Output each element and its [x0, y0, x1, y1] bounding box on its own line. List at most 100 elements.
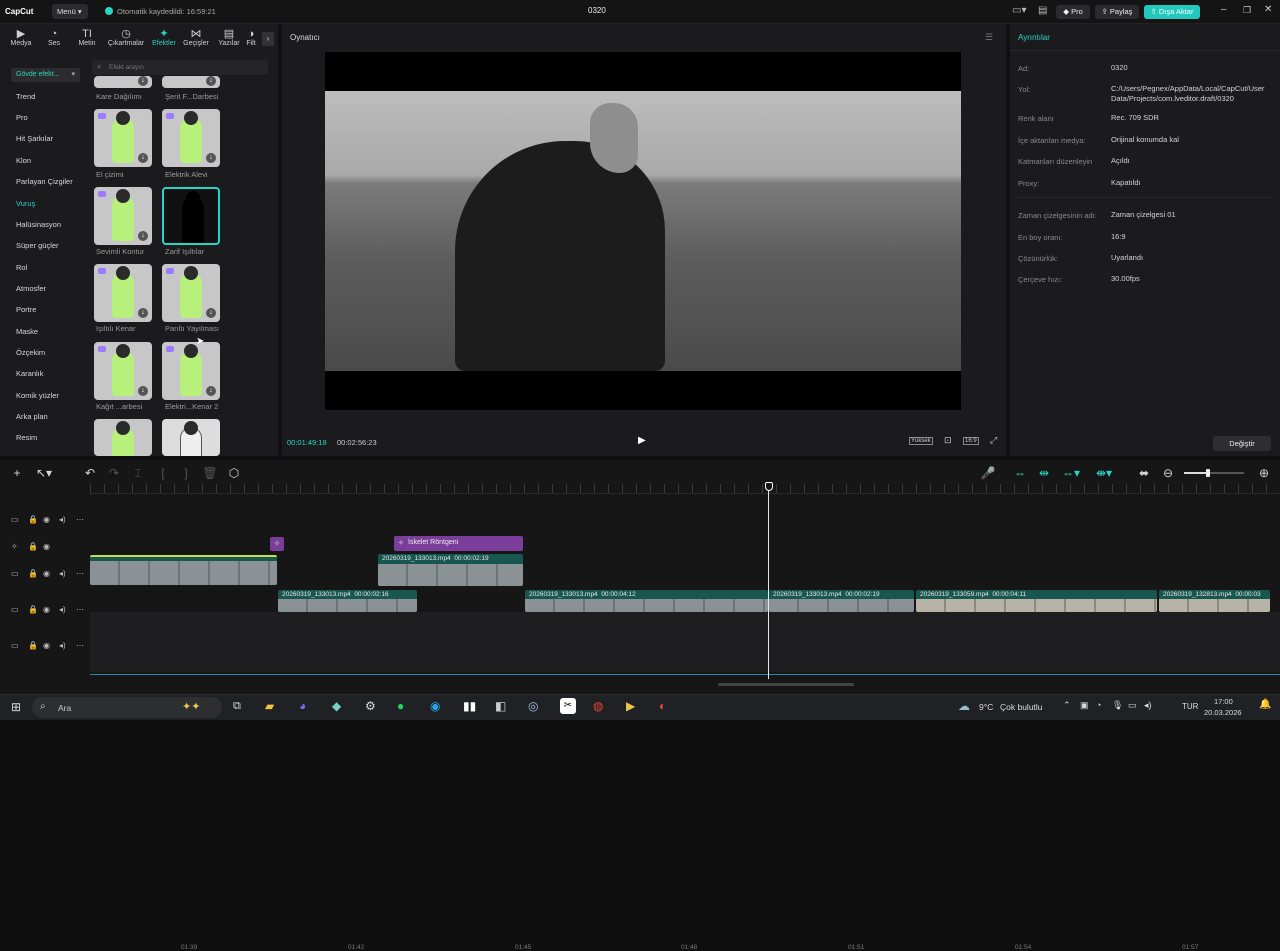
- video-clip[interactable]: 20260319_133013.mp4 00:00:02:16: [278, 590, 417, 612]
- split-right-icon[interactable]: ]: [178, 465, 194, 481]
- clock-date[interactable]: 20.03.2026: [1204, 708, 1242, 717]
- video-clip[interactable]: 20260319_133013.mp4 00:00:02:19: [378, 554, 523, 586]
- tray-icon[interactable]: ◔: [1096, 700, 1101, 710]
- windows-start-icon[interactable]: ⊞: [11, 700, 21, 714]
- app-icon[interactable]: ◐: [659, 699, 666, 713]
- link-main-track-icon[interactable]: ⇔: [1012, 465, 1028, 481]
- volume-icon[interactable]: ◂): [59, 515, 66, 524]
- maximize-icon[interactable]: ❐: [1243, 5, 1251, 16]
- category-mask[interactable]: Maske: [16, 327, 38, 336]
- video-clip[interactable]: 20260319_133013.mp4 00:00:02:19: [769, 590, 914, 612]
- app-icon[interactable]: ◧: [495, 699, 506, 713]
- more-icon[interactable]: ⋯: [76, 515, 84, 524]
- chrome-icon[interactable]: ◍: [593, 699, 603, 713]
- category-atmosphere[interactable]: Atmosfer: [16, 284, 46, 293]
- eye-icon[interactable]: ◉: [43, 605, 50, 614]
- category-background[interactable]: Arka plan: [16, 412, 48, 421]
- speaker-icon[interactable]: ◂): [1144, 700, 1152, 711]
- ratio-button[interactable]: 16:9: [963, 437, 979, 445]
- redo-icon[interactable]: ↷: [106, 465, 122, 481]
- effect-thumb-elegant-sparkles[interactable]: [162, 187, 220, 245]
- category-hallucination[interactable]: Halüsinasyon: [16, 220, 61, 229]
- lock-icon[interactable]: 🔒: [28, 569, 38, 578]
- category-dropdown[interactable]: Gövde efekt... ▾: [11, 68, 80, 82]
- lock-icon[interactable]: 🔒: [28, 605, 38, 614]
- lock-icon[interactable]: 🔒: [28, 515, 38, 524]
- layout-icon[interactable]: ▭▾: [1012, 5, 1026, 16]
- volume-icon[interactable]: ◂): [59, 641, 66, 650]
- modify-button[interactable]: Değiştir: [1213, 436, 1271, 451]
- file-explorer-icon[interactable]: ▰: [265, 699, 274, 713]
- lock-icon[interactable]: 🔒: [28, 542, 38, 551]
- track-cover-icon[interactable]: ▭: [11, 569, 19, 578]
- preview-axis-icon[interactable]: ⇼▾: [1096, 465, 1112, 481]
- effect-thumb-sparkle-spread[interactable]: ↓: [162, 264, 220, 322]
- category-glowing-lines[interactable]: Parlayan Çizgiler: [16, 177, 73, 186]
- microphone-icon[interactable]: 🎤: [980, 465, 996, 481]
- add-track-icon[interactable]: +: [9, 465, 25, 481]
- zoom-slider-handle[interactable]: [1206, 469, 1210, 477]
- category-selfie[interactable]: Özçekim: [16, 348, 45, 357]
- zoom-slider[interactable]: [1184, 469, 1244, 477]
- steam-icon[interactable]: ◎: [528, 699, 538, 713]
- taskbar-search[interactable]: ⌕ Ara ✦✦: [32, 697, 222, 718]
- category-role[interactable]: Rol: [16, 263, 27, 272]
- split-left-icon[interactable]: [: [155, 465, 171, 481]
- track-cover-icon[interactable]: ▭: [11, 641, 19, 650]
- eye-icon[interactable]: ◉: [43, 641, 50, 650]
- fullscreen-icon[interactable]: ⤢: [990, 435, 997, 446]
- notification-icon[interactable]: 🔔: [1259, 699, 1271, 710]
- tab-captions[interactable]: ▤ Yazılar: [212, 28, 246, 47]
- volume-icon[interactable]: ◂): [59, 569, 66, 578]
- more-icon[interactable]: ⋯: [76, 569, 84, 578]
- playhead-handle[interactable]: [765, 482, 773, 491]
- track-cover-icon[interactable]: ▭: [11, 515, 19, 524]
- category-funny-faces[interactable]: Komik yüzler: [16, 391, 59, 400]
- shortcuts-icon[interactable]: ▤: [1038, 5, 1047, 16]
- video-clip[interactable]: 20260319_133013.mp4 00:00:04:12: [525, 590, 768, 612]
- category-clone[interactable]: Klon: [16, 156, 31, 165]
- microphone-icon[interactable]: 🎙: [1112, 700, 1123, 711]
- language-indicator[interactable]: TUR: [1182, 702, 1198, 711]
- zoom-out-icon[interactable]: ⊖: [1160, 465, 1176, 481]
- tab-stickers[interactable]: ◷ Çıkartmalar: [106, 28, 146, 47]
- effect-thumb-electric-edge-2[interactable]: ↓: [162, 342, 220, 400]
- spotify-icon[interactable]: ●: [397, 699, 404, 713]
- effect-search[interactable]: ⌕ Efekt arayın: [92, 60, 268, 75]
- tab-media[interactable]: ▶ Medya: [4, 28, 38, 47]
- tab-text[interactable]: TI Metin: [70, 28, 104, 47]
- magnet-icon[interactable]: ⇹: [1036, 465, 1052, 481]
- eye-icon[interactable]: ◉: [43, 569, 50, 578]
- category-trend[interactable]: Trend: [16, 92, 35, 101]
- effect-thumb-paper-strike[interactable]: ↓: [94, 342, 152, 400]
- pro-button[interactable]: ◆ Pro: [1056, 5, 1090, 19]
- capcut-taskbar-icon[interactable]: ✂: [560, 698, 576, 714]
- discord-icon[interactable]: ◕: [299, 699, 306, 713]
- video-clip[interactable]: [90, 555, 277, 585]
- task-view-icon[interactable]: ⧉: [233, 700, 241, 713]
- clock-time[interactable]: 17:00: [1214, 697, 1233, 706]
- marker-icon[interactable]: ⬡: [226, 465, 242, 481]
- export-button[interactable]: ⇧ Dışa Aktar: [1144, 5, 1200, 19]
- video-frame[interactable]: [325, 52, 961, 410]
- menu-button[interactable]: Menü ▾: [52, 4, 88, 19]
- split-icon[interactable]: ⌶: [130, 465, 146, 481]
- effect-thumb-cute-outline[interactable]: ↓: [94, 187, 152, 245]
- more-icon[interactable]: ⋯: [76, 605, 84, 614]
- timeline-scrollbar[interactable]: [718, 683, 854, 686]
- effect-thumb-electric-flame[interactable]: ↓: [162, 109, 220, 167]
- category-dark[interactable]: Karanlık: [16, 369, 44, 378]
- player-menu-icon[interactable]: ☰: [985, 32, 993, 43]
- track-cover-icon[interactable]: ▭: [11, 605, 19, 614]
- more-icon[interactable]: ⋯: [76, 641, 84, 650]
- undo-icon[interactable]: ↶: [82, 465, 98, 481]
- category-superpowers[interactable]: Süper güçler: [16, 241, 59, 250]
- linkage-icon[interactable]: ⇔▾: [1062, 465, 1080, 481]
- snapshot-icon[interactable]: ⊡: [944, 435, 952, 446]
- delete-icon[interactable]: 🗑: [202, 465, 218, 481]
- effect-thumb-glowing-edge[interactable]: ↓: [94, 264, 152, 322]
- volume-icon[interactable]: ◂): [59, 605, 66, 614]
- settings-icon[interactable]: ⚙: [365, 699, 376, 713]
- edge-icon[interactable]: ◉: [430, 699, 440, 713]
- lock-icon[interactable]: 🔒: [28, 641, 38, 650]
